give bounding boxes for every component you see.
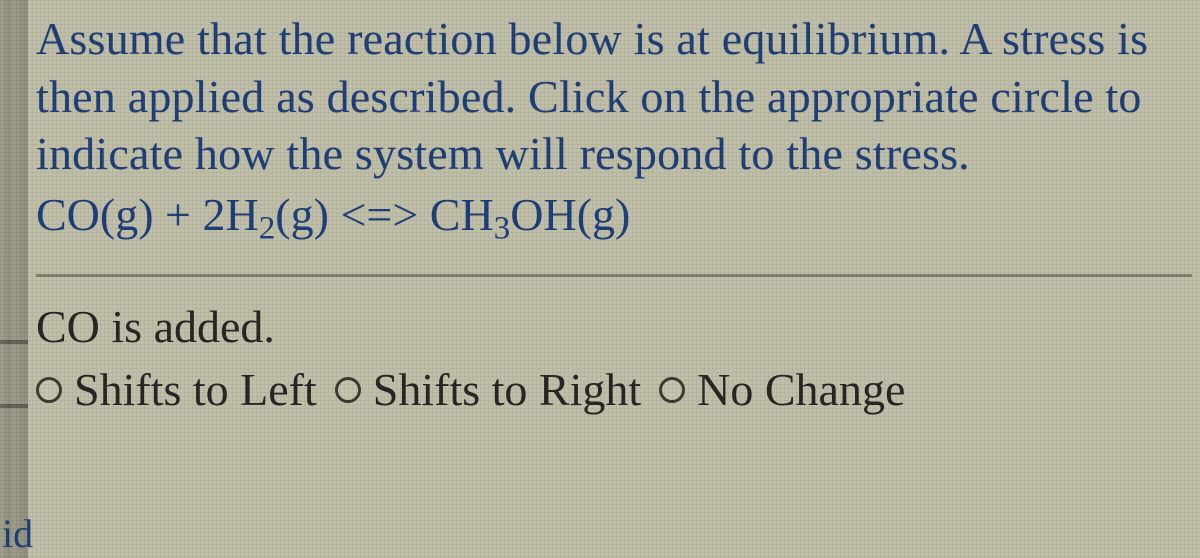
subscript-2: 2	[259, 209, 276, 246]
corner-fragment: id	[0, 514, 33, 558]
radio-icon	[659, 377, 685, 403]
radio-icon	[36, 377, 62, 403]
species-h: H	[226, 189, 259, 240]
species-oh: OH	[510, 189, 576, 240]
section-divider	[36, 274, 1192, 277]
left-notch	[0, 404, 28, 408]
question-container: Assume that the reaction below is at equ…	[28, 0, 1200, 558]
option-no-change[interactable]: No Change	[659, 362, 905, 417]
phase-co: (g)	[100, 189, 154, 240]
species-ch: CH	[430, 189, 494, 240]
question-prompt: Assume that the reaction below is at equ…	[36, 10, 1192, 183]
option-label: Shifts to Left	[74, 362, 317, 417]
coeff-2: 2	[203, 189, 226, 240]
stress-description: CO is added.	[36, 299, 1192, 354]
radio-icon	[335, 377, 361, 403]
option-label: Shifts to Right	[373, 362, 641, 417]
phase-h2: (g)	[275, 189, 329, 240]
option-shifts-left[interactable]: Shifts to Left	[36, 362, 317, 417]
options-row: Shifts to Left Shifts to Right No Change	[36, 362, 1192, 417]
phase-ch3oh: (g)	[577, 189, 631, 240]
reaction-equation: CO(g) + 2H2(g) <=> CH3OH(g)	[36, 185, 1192, 245]
plus-sign: +	[154, 189, 203, 240]
equilibrium-arrow: <=>	[329, 189, 430, 240]
option-label: No Change	[697, 362, 905, 417]
option-shifts-right[interactable]: Shifts to Right	[335, 362, 641, 417]
subscript-3: 3	[494, 209, 511, 246]
left-notch	[0, 340, 28, 344]
left-margin-bar	[0, 0, 28, 558]
species-co: CO	[36, 189, 100, 240]
